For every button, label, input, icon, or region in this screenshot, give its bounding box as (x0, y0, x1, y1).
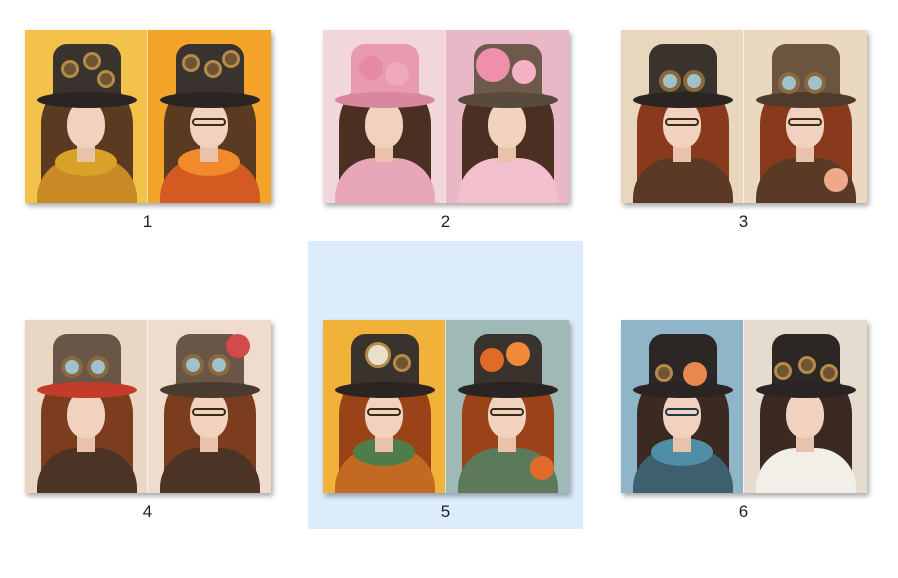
gallery-item-5[interactable]: 5 (308, 241, 583, 529)
item-label: 2 (440, 212, 451, 231)
thumbnail-image-1[interactable] (24, 30, 271, 203)
thumbnail-grid: 1 2 3 4 5 6 (0, 0, 898, 558)
portrait-left (620, 30, 743, 203)
portrait-right (743, 320, 867, 493)
portrait-right (147, 320, 271, 493)
gallery-item-1[interactable]: 1 (10, 0, 285, 288)
portrait-right (445, 320, 569, 493)
item-label: 3 (738, 212, 749, 231)
portrait-right (445, 30, 569, 203)
item-label: 6 (738, 502, 749, 521)
thumbnail-image-5[interactable] (322, 320, 569, 493)
gallery-item-4[interactable]: 4 (10, 290, 285, 578)
gallery-item-3[interactable]: 3 (606, 0, 881, 288)
thumbnail-image-4[interactable] (24, 320, 271, 493)
portrait-left (24, 30, 147, 203)
portrait-right (147, 30, 271, 203)
item-label: 4 (142, 502, 153, 521)
thumbnail-image-2[interactable] (322, 30, 569, 203)
portrait-right (743, 30, 867, 203)
item-label: 1 (142, 212, 153, 231)
portrait-left (620, 320, 743, 493)
portrait-left (322, 320, 445, 493)
gallery-item-6[interactable]: 6 (606, 290, 881, 578)
item-label: 5 (440, 502, 451, 521)
thumbnail-image-3[interactable] (620, 30, 867, 203)
thumbnail-image-6[interactable] (620, 320, 867, 493)
portrait-left (322, 30, 445, 203)
portrait-left (24, 320, 147, 493)
